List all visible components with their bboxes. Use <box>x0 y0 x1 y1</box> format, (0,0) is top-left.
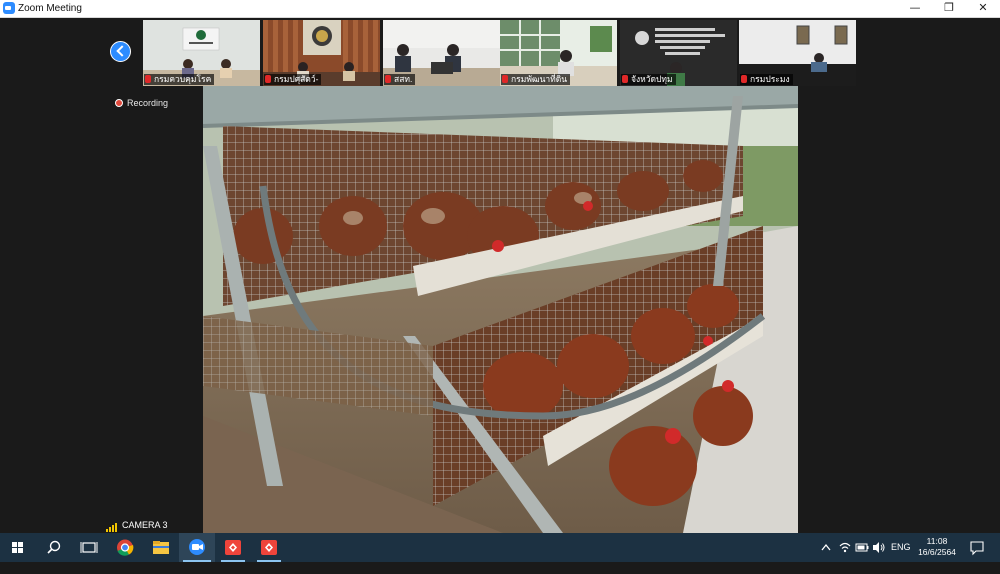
muted-mic-icon <box>385 75 391 83</box>
action-center-button[interactable] <box>968 533 986 562</box>
participant-video[interactable]: สสท. <box>383 20 500 86</box>
anydesk-icon <box>261 540 277 555</box>
chevron-up-icon <box>821 543 831 551</box>
clock-date: 16/6/2564 <box>918 547 956 557</box>
anydesk-icon <box>225 540 241 555</box>
participant-video[interactable]: กรมพัฒนาที่ดิน <box>500 20 617 86</box>
muted-mic-icon <box>145 75 151 83</box>
anydesk-taskbar-button[interactable] <box>215 533 251 562</box>
task-view-button[interactable] <box>71 533 107 562</box>
windows-logo-icon <box>12 542 23 553</box>
participant-name: กรมพัฒนาที่ดิน <box>501 74 571 85</box>
active-speaker-video-feed <box>203 86 798 533</box>
participant-name: กรมประมง <box>740 74 793 85</box>
title-bar: Zoom Meeting — ❐ ✕ <box>0 0 1000 18</box>
notification-icon <box>970 541 984 556</box>
taskbar: ENG 11:08 16/6/2564 <box>0 533 1000 562</box>
zoom-logo-icon <box>3 2 15 14</box>
show-hidden-icons-button[interactable] <box>819 533 833 562</box>
participant-video[interactable]: จังหวัดปทุม <box>620 20 737 86</box>
clock-button[interactable]: 11:08 16/6/2564 <box>910 536 964 558</box>
muted-mic-icon <box>622 75 628 83</box>
battery-icon <box>855 543 869 552</box>
zoom-icon <box>189 539 205 555</box>
wifi-icon <box>839 542 851 553</box>
recording-indicator[interactable]: Recording <box>115 97 168 109</box>
search-icon <box>47 540 61 554</box>
participant-video[interactable]: กรมปศุสัตว์- <box>263 20 380 86</box>
active-speaker-video[interactable] <box>203 86 798 533</box>
chrome-icon <box>117 539 134 556</box>
network-button[interactable] <box>838 533 852 562</box>
speaker-icon <box>873 542 885 553</box>
task-view-icon <box>80 542 98 553</box>
folder-icon <box>153 541 169 554</box>
muted-mic-icon <box>265 75 271 83</box>
anydesk-taskbar-button[interactable] <box>251 533 287 562</box>
participant-name: กรมปศุสัตว์- <box>264 74 322 85</box>
participant-video[interactable]: กรมควบคุมโรค <box>143 20 260 86</box>
minimize-button[interactable]: — <box>898 0 932 17</box>
restore-button[interactable]: ❐ <box>932 0 966 17</box>
recording-label: Recording <box>127 98 169 108</box>
participant-video[interactable]: กรมประมง <box>739 20 856 86</box>
muted-mic-icon <box>502 75 508 83</box>
volume-button[interactable] <box>872 533 886 562</box>
chrome-taskbar-button[interactable] <box>107 533 143 562</box>
file-explorer-button[interactable] <box>143 533 179 562</box>
zoom-taskbar-button[interactable] <box>179 533 215 562</box>
close-button[interactable]: ✕ <box>966 0 1000 17</box>
signal-strength-icon <box>106 520 118 532</box>
participant-name: จังหวัดปทุม <box>621 74 676 85</box>
participant-name: กรมควบคุมโรค <box>144 74 215 85</box>
clock-time: 11:08 <box>926 536 948 546</box>
battery-button[interactable] <box>855 533 869 562</box>
windows-start-button[interactable] <box>0 533 36 562</box>
participant-name: สสท. <box>384 74 416 85</box>
active-speaker-name: CAMERA 3 <box>106 519 168 532</box>
search-button[interactable] <box>36 533 72 562</box>
previous-page-button[interactable] <box>110 41 131 62</box>
meeting-area: กรมควบคุมโรค กรมปศุสัตว์- สสท. กรมพัฒนาท… <box>0 18 1000 533</box>
record-icon <box>115 99 123 107</box>
muted-mic-icon <box>741 75 747 83</box>
window-title: Zoom Meeting <box>18 3 82 14</box>
